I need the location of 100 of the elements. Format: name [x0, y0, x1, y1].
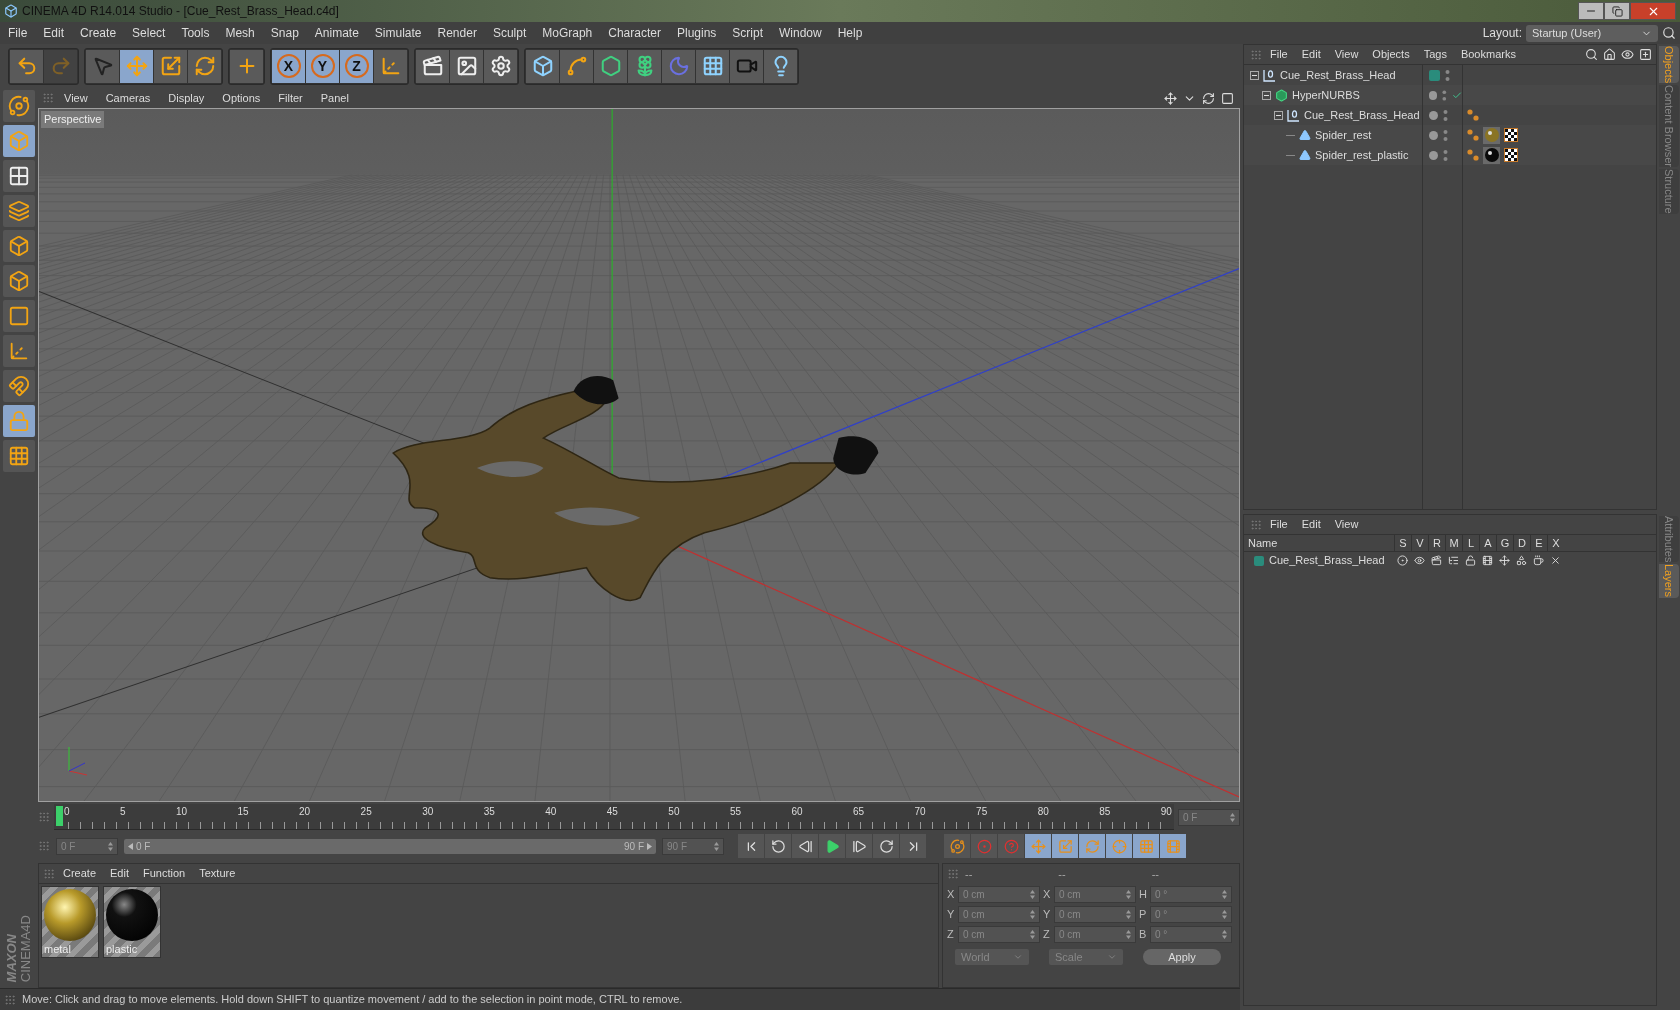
tool-button[interactable]	[154, 49, 187, 83]
spinner-arrows-icon[interactable]	[1126, 929, 1131, 939]
material-menu-item[interactable]: Edit	[104, 865, 135, 882]
tool-button[interactable]	[450, 49, 483, 83]
right-arrow-icon[interactable]	[647, 842, 652, 850]
tool-button[interactable]	[484, 49, 517, 83]
object-manager-menu-item[interactable]: Objects	[1366, 46, 1416, 63]
panel-grip-icon[interactable]	[947, 868, 959, 880]
visibility-dots-icon[interactable]	[1442, 88, 1447, 102]
tool-button[interactable]	[560, 49, 593, 83]
menu-item[interactable]: Create	[72, 24, 125, 42]
viewport-menu-item[interactable]: Panel	[312, 89, 357, 107]
column-header[interactable]: Name	[1244, 534, 1394, 552]
tool-button[interactable]	[10, 49, 43, 83]
spinner-arrows-icon[interactable]	[1126, 889, 1131, 899]
spinner-arrows-icon[interactable]	[1222, 889, 1227, 899]
mode-button[interactable]	[3, 265, 35, 297]
panel-grip-icon[interactable]	[42, 92, 54, 104]
collapse-toggle[interactable]	[1262, 90, 1271, 100]
new-window-icon[interactable]	[1639, 48, 1652, 61]
transport-button[interactable]	[873, 834, 899, 858]
checker-tag-icon[interactable]	[1504, 148, 1518, 162]
menu-item[interactable]: Edit	[35, 24, 73, 42]
eye-icon[interactable]	[1621, 48, 1634, 61]
column-header[interactable]: E	[1530, 534, 1547, 552]
collapse-toggle[interactable]	[1250, 70, 1259, 80]
visibility-dots-icon[interactable]	[1443, 108, 1448, 122]
spinner-arrows-icon[interactable]	[1230, 812, 1235, 822]
menu-item[interactable]: Render	[429, 24, 485, 42]
phong-tag-icon[interactable]	[1467, 108, 1479, 122]
viewport-menu-item[interactable]: Cameras	[97, 89, 159, 107]
object-manager-menu-item[interactable]: Edit	[1295, 46, 1327, 63]
column-header[interactable]: A	[1479, 534, 1496, 552]
menu-item[interactable]: Snap	[262, 24, 307, 42]
home-icon[interactable]	[1603, 48, 1616, 61]
tool-button[interactable]	[594, 49, 627, 83]
spinner-arrows-icon[interactable]	[1126, 909, 1131, 919]
column-header[interactable]: L	[1462, 534, 1479, 552]
xref-icon[interactable]	[1550, 555, 1561, 566]
spinner-arrows-icon[interactable]	[714, 841, 719, 851]
tool-button[interactable]	[120, 49, 153, 83]
material-swatch[interactable]: plastic	[103, 886, 161, 958]
check-icon[interactable]	[1451, 89, 1462, 101]
menu-item[interactable]: Simulate	[366, 24, 430, 42]
panel-grip-icon[interactable]	[38, 840, 50, 852]
column-header[interactable]: D	[1513, 534, 1530, 552]
tool-button[interactable]	[764, 49, 797, 83]
menu-item[interactable]: Help	[829, 24, 871, 42]
deformer-icon[interactable]	[1516, 555, 1527, 566]
menu-item[interactable]: Window	[771, 24, 830, 42]
visibility-dots-icon[interactable]	[1443, 128, 1448, 142]
column-header[interactable]: G	[1496, 534, 1513, 552]
object-manager-menu-item[interactable]: Bookmarks	[1454, 46, 1522, 63]
menu-item[interactable]: Sculpt	[484, 24, 535, 42]
layer-manager-menu-item[interactable]: View	[1328, 516, 1365, 533]
object-name[interactable]: Spider_rest	[1315, 126, 1372, 144]
transport-button[interactable]	[846, 834, 872, 858]
tool-button[interactable]: Y	[306, 49, 339, 83]
transport-button[interactable]	[819, 834, 845, 858]
mode-button[interactable]	[3, 370, 35, 402]
spinner-arrows-icon[interactable]	[1030, 889, 1035, 899]
panel-grip-icon[interactable]	[1250, 518, 1262, 531]
mode-button[interactable]	[3, 90, 35, 122]
layer-manager-menu-item[interactable]: File	[1264, 516, 1294, 533]
spinner-arrows-icon[interactable]	[108, 841, 113, 851]
tool-button[interactable]: X	[272, 49, 305, 83]
viewport-menu-item[interactable]: Options	[214, 89, 269, 107]
menu-item[interactable]: Animate	[306, 24, 367, 42]
hierarchy-icon[interactable]	[1448, 555, 1459, 566]
panel-grip-icon[interactable]	[1250, 48, 1262, 61]
mode-button[interactable]	[3, 300, 35, 332]
checker-tag-icon[interactable]	[1504, 128, 1518, 142]
eye-icon[interactable]	[1414, 555, 1425, 566]
orbit-icon[interactable]	[1202, 91, 1215, 105]
transport-button[interactable]	[792, 834, 818, 858]
column-header[interactable]: X	[1547, 534, 1564, 552]
tool-button[interactable]	[374, 49, 407, 83]
object-manager-menu-item[interactable]: Tags	[1417, 46, 1453, 63]
visibility-dots-icon[interactable]	[1445, 68, 1450, 82]
tool-button[interactable]	[628, 49, 661, 83]
left-arrow-icon[interactable]	[128, 842, 133, 850]
clapperboard-icon[interactable]	[1431, 555, 1442, 566]
tool-button[interactable]: Z	[340, 49, 373, 83]
layout-dropdown[interactable]: Startup (User)	[1526, 24, 1658, 42]
viewport[interactable]: Perspective	[38, 108, 1240, 802]
minimize-button[interactable]	[1578, 2, 1604, 20]
viewport-menu-item[interactable]: View	[56, 89, 96, 107]
phong-tag-icon[interactable]	[1467, 128, 1479, 142]
panel-grip-icon[interactable]	[43, 867, 55, 880]
transport-button[interactable]	[765, 834, 791, 858]
spinner-arrows-icon[interactable]	[1030, 929, 1035, 939]
apply-button[interactable]: Apply	[1143, 949, 1221, 965]
tool-button[interactable]	[416, 49, 449, 83]
layer-color-swatch[interactable]	[1254, 555, 1264, 566]
phong-tag-icon[interactable]	[1467, 148, 1479, 162]
object-name[interactable]: Cue_Rest_Brass_Head	[1280, 66, 1396, 84]
material-menu-item[interactable]: Create	[57, 865, 103, 882]
mode-button[interactable]	[3, 335, 35, 367]
solo-icon[interactable]	[1397, 555, 1408, 566]
panel-grip-icon[interactable]	[38, 811, 50, 823]
